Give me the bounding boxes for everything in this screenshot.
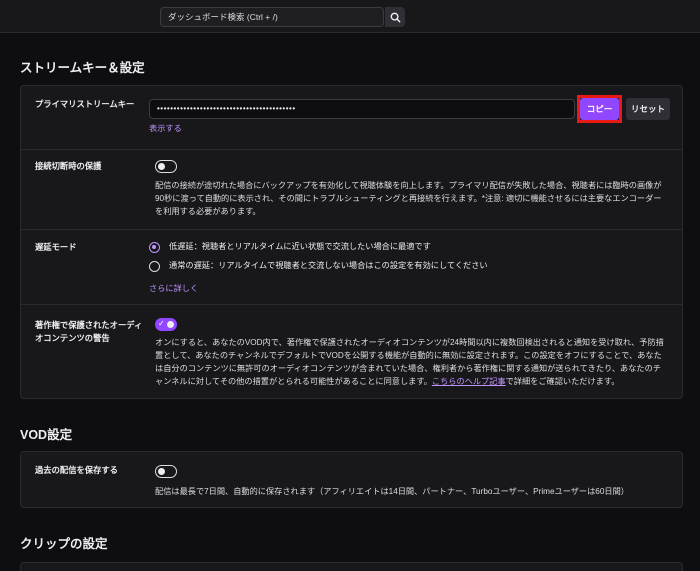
disconnect-protection-row: 接続切断時の保護 配信の接続が途切れた場合にバックアップを有効化して視聴体験を向… xyxy=(21,149,682,229)
stream-settings-title: ストリームキー＆設定 xyxy=(20,61,145,75)
copyright-warning-label-line1: 著作権で保護されたオーディ xyxy=(35,320,143,330)
toggle-knob xyxy=(158,468,165,475)
clips-settings-title: クリップの設定 xyxy=(20,537,108,551)
store-past-broadcasts-label: 過去の配信を保存する xyxy=(35,465,118,475)
primary-key-label: プライマリストリームキー xyxy=(35,99,135,109)
help-article-link[interactable]: こちらのヘルプ記事 xyxy=(432,377,506,386)
copy-button[interactable]: コピー xyxy=(580,98,619,120)
copyright-warning-row: 著作権で保護されたオーディ オコンテンツの警告 ✓ オンにすると、あなたのVOD… xyxy=(21,304,682,400)
copyright-warning-label: 著作権で保護されたオーディ オコンテンツの警告 xyxy=(35,319,142,345)
stream-settings-panel: プライマリストリームキー •••••••••••••••••••••••••••… xyxy=(20,85,683,399)
store-past-broadcasts-row: 過去の配信を保存する 配信は最長で7日間、自動的に保存されます（アフィリエイトは… xyxy=(21,452,682,509)
store-past-broadcasts-toggle[interactable] xyxy=(155,465,177,478)
latency-mode-row: 遅延モード 低遅延：視聴者とリアルタイムに近い状態で交流したい場合に最適です 通… xyxy=(21,229,682,304)
copyright-warning-description: オンにすると、あなたのVOD内で、著作権で保護されたオーディオコンテンツが24時… xyxy=(155,336,665,388)
copyright-description-suffix: で詳細をご確認いただけます。 xyxy=(505,377,620,386)
clips-settings-panel xyxy=(20,562,683,571)
stream-key-field[interactable]: ••••••••••••••••••••••••••••••••••••••••… xyxy=(149,99,575,119)
check-icon: ✓ xyxy=(158,319,165,328)
disconnect-protection-label: 接続切断時の保護 xyxy=(35,161,102,171)
disconnect-protection-toggle[interactable] xyxy=(155,160,177,173)
vod-settings-panel: 過去の配信を保存する 配信は最長で7日間、自動的に保存されます（アフィリエイトは… xyxy=(20,451,683,508)
store-past-broadcasts-description: 配信は最長で7日間、自動的に保存されます（アフィリエイトは14日間、パートナー、… xyxy=(155,487,629,496)
reset-button[interactable]: リセット xyxy=(626,98,670,120)
low-latency-label[interactable]: 低遅延：視聴者とリアルタイムに近い状態で交流したい場合に最適です xyxy=(169,241,431,253)
disconnect-protection-description: 配信の接続が途切れた場合にバックアップを有効化して視聴体験を向上します。プライマ… xyxy=(155,181,662,216)
dashboard-search-input[interactable]: ダッシュボード検索 (Ctrl + /) xyxy=(160,7,384,27)
normal-latency-radio[interactable] xyxy=(149,261,160,272)
normal-latency-label[interactable]: 通常の遅延：リアルタイムで視聴者と交流しない場合はこの設定を有効にしてください xyxy=(169,260,488,272)
learn-more-link[interactable]: さらに詳しく xyxy=(149,282,198,294)
copyright-warning-label-line2: オコンテンツの警告 xyxy=(35,333,110,343)
top-bar: ダッシュボード検索 (Ctrl + /) xyxy=(0,0,700,33)
search-button[interactable] xyxy=(385,7,405,27)
latency-mode-label: 遅延モード xyxy=(35,242,77,252)
copyright-warning-toggle[interactable]: ✓ xyxy=(155,318,177,331)
primary-key-row: プライマリストリームキー •••••••••••••••••••••••••••… xyxy=(21,86,682,149)
show-key-link[interactable]: 表示する xyxy=(149,122,182,134)
toggle-knob xyxy=(158,163,165,170)
search-icon xyxy=(390,12,401,23)
toggle-knob xyxy=(167,321,174,328)
vod-settings-title: VOD設定 xyxy=(20,428,73,442)
low-latency-radio[interactable] xyxy=(149,242,160,253)
